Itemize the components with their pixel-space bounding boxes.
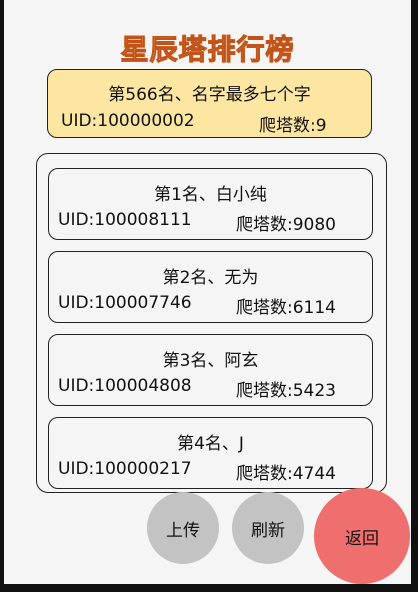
ranking-name: 第1名、白小纯 [154,185,267,205]
leaderboard-panel: 星辰塔排行榜 第566名、名字最多七个字 UID:100000002 爬塔数:9… [4,0,411,584]
ranking-name: 第3名、阿玄 [162,351,259,371]
ranking-uid: UID:100008111 [58,210,192,230]
ranking-score: 爬塔数:6114 [236,298,336,318]
my-rank-score: 爬塔数:9 [259,116,327,136]
ranking-row: 第1名、白小纯 UID:100008111 爬塔数:9080 [48,168,373,240]
ranking-uid: UID:100000217 [58,459,192,479]
my-rank-card: 第566名、名字最多七个字 UID:100000002 爬塔数:9 [47,69,372,138]
upload-button[interactable]: 上传 [147,492,219,564]
ranking-score: 爬塔数:9080 [236,215,336,235]
ranking-row: 第2名、无为 UID:100007746 爬塔数:6114 [48,251,373,323]
refresh-button[interactable]: 刷新 [232,492,304,564]
back-button[interactable]: 返回 [314,488,410,584]
ranking-row: 第4名、J UID:100000217 爬塔数:4744 [48,417,373,489]
ranking-uid: UID:100007746 [58,293,192,313]
ranking-score: 爬塔数:4744 [236,464,336,484]
ranking-uid: UID:100004808 [58,376,192,396]
my-rank-name: 第566名、名字最多七个字 [108,85,311,105]
ranking-name: 第2名、无为 [162,268,259,288]
ranking-row: 第3名、阿玄 UID:100004808 爬塔数:5423 [48,334,373,406]
page-title: 星辰塔排行榜 [4,28,411,68]
ranking-score: 爬塔数:5423 [236,381,336,401]
ranking-list[interactable]: 第1名、白小纯 UID:100008111 爬塔数:9080 第2名、无为 UI… [36,153,387,493]
ranking-name: 第4名、J [177,434,244,454]
my-rank-uid: UID:100000002 [61,111,195,131]
